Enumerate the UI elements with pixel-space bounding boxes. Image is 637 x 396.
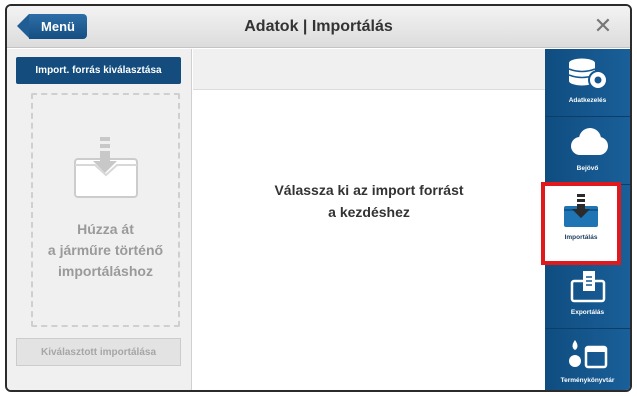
sidebar-item-data-management[interactable]: Adatkezelés — [545, 49, 630, 117]
select-import-source-button[interactable]: Import. forrás kiválasztása — [16, 57, 181, 84]
sidebar-item-export[interactable]: Exportálás — [545, 261, 630, 329]
sidebar-item-label: Exportálás — [570, 309, 605, 316]
drop-zone-line: a járműre történő — [47, 242, 164, 258]
main-toolbar-area — [193, 49, 545, 90]
import-tray-icon — [561, 194, 601, 228]
sidebar-item-label: Terménykönyvtár — [560, 377, 615, 384]
right-sidebar: Adatkezelés Bejövő Importálás Exportálás… — [541, 49, 630, 390]
app-window: Adatok | Importálás Menü ✕ Import. forrá… — [5, 4, 632, 392]
empty-state-message: Válassza ki az import forrást a kezdéshe… — [193, 179, 545, 223]
sidebar-item-incoming[interactable]: Bejövő — [545, 117, 630, 185]
drop-zone[interactable]: Húzza át a járműre történő importáláshoz — [31, 93, 180, 327]
page-title: Adatok | Importálás — [244, 18, 393, 35]
import-tray-icon — [73, 135, 139, 204]
message-line: Válassza ki az import forrást — [274, 182, 464, 198]
main-content: Válassza ki az import forrást a kezdéshe… — [193, 91, 545, 390]
database-gear-icon — [566, 57, 610, 91]
message-line: a kezdéshez — [328, 204, 410, 220]
sidebar-item-label: Adatkezelés — [568, 97, 607, 104]
menu-back-button[interactable]: Menü — [17, 14, 87, 39]
export-tray-icon — [568, 269, 608, 303]
bottom-divider — [7, 390, 630, 392]
sidebar-item-label: Bejövő — [576, 165, 599, 172]
header-bar: Adatok | Importálás Menü ✕ — [7, 6, 630, 48]
sidebar-item-crop-library[interactable]: Terménykönyvtár — [545, 329, 630, 390]
crop-library-icon — [566, 337, 610, 371]
sidebar-item-label: Importálás — [564, 234, 598, 241]
drop-zone-instructions: Húzza át a járműre történő importáláshoz — [33, 219, 178, 282]
sidebar-item-import[interactable]: Importálás — [541, 182, 621, 265]
drop-zone-line: Húzza át — [77, 221, 134, 237]
import-source-panel: Import. forrás kiválasztása Húzza át a j… — [7, 49, 192, 390]
close-icon[interactable]: ✕ — [590, 12, 616, 40]
import-selected-button[interactable]: Kiválasztott importálása — [16, 338, 181, 366]
cloud-icon — [566, 125, 610, 159]
drop-zone-line: importáláshoz — [58, 263, 153, 279]
